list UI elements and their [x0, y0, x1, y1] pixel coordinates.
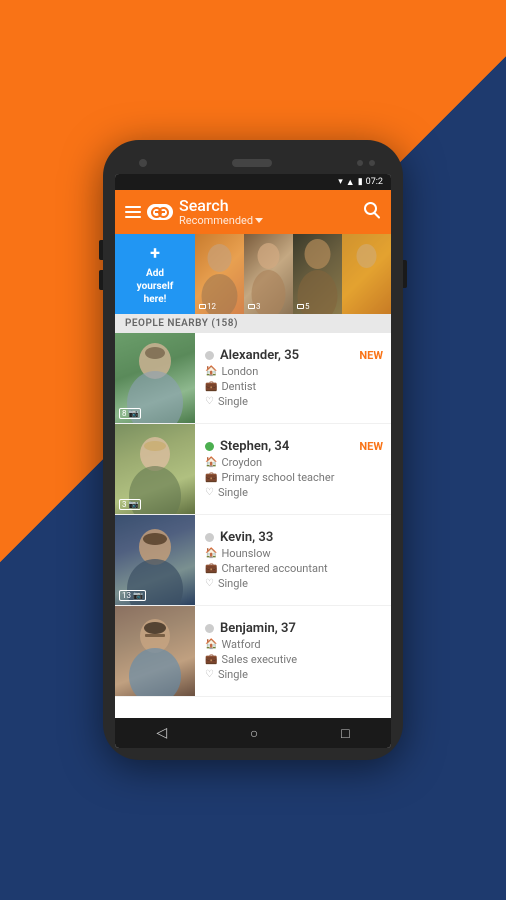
name-row-stephen: Stephen, 34 NEW — [205, 439, 383, 454]
person-info-kevin: Kevin, 33 🏠 Hounslow 💼 Chartered account… — [195, 515, 391, 605]
online-status-alexander — [205, 351, 214, 360]
home-icon-2: 🏠 — [205, 457, 217, 468]
heart-icon-4: ♡ — [205, 669, 214, 680]
story-count-2: 3 — [248, 302, 261, 311]
hamburger-menu-button[interactable] — [125, 206, 141, 218]
story-count-1: 12 — [199, 302, 216, 311]
list-item[interactable]: 3 📷 Stephen, 34 NEW 🏠 Croydon 💼 — [115, 424, 391, 515]
story-item-4[interactable] — [342, 234, 391, 314]
app-header: Search Recommended — [115, 190, 391, 234]
online-status-kevin — [205, 533, 214, 542]
sensor-dot-2 — [369, 160, 375, 166]
story-item-3[interactable]: 5 — [293, 234, 342, 314]
phone-screen: ▾ ▲ ▮ 07:2 Search Recommended — [115, 174, 391, 748]
sensor-dot-1 — [357, 160, 363, 166]
occupation-kevin: 💼 Chartered accountant — [205, 562, 383, 575]
person-name-benjamin: Benjamin, 37 — [220, 621, 296, 636]
home-icon-4: 🏠 — [205, 639, 217, 650]
new-badge-alexander: NEW — [359, 349, 383, 362]
name-row-alexander: Alexander, 35 NEW — [205, 348, 383, 363]
status-kevin: ♡ Single — [205, 577, 383, 590]
photo-count-alexander: 8 📷 — [119, 408, 141, 419]
home-icon-3: 🏠 — [205, 548, 217, 559]
header-subtitle: Recommended — [179, 215, 263, 227]
heart-icon: ♡ — [205, 396, 214, 407]
people-list: 8 📷 Alexander, 35 NEW 🏠 London 💼 — [115, 333, 391, 718]
location-kevin: 🏠 Hounslow — [205, 547, 383, 560]
section-header-nearby: PEOPLE NEARBY (158) — [115, 314, 391, 333]
volume-down-button[interactable] — [99, 270, 103, 290]
person-info-alexander: Alexander, 35 NEW 🏠 London 💼 Dentist ♡ S… — [195, 333, 391, 423]
location-stephen: 🏠 Croydon — [205, 456, 383, 469]
time-display: 07:2 — [366, 177, 383, 187]
status-icons: ▾ ▲ ▮ 07:2 — [338, 177, 383, 188]
add-plus-icon: + — [150, 242, 160, 265]
search-button[interactable] — [363, 201, 381, 224]
avatar-kevin: 13 📷 — [115, 515, 195, 605]
person-name-kevin: Kevin, 33 — [220, 530, 273, 545]
add-yourself-button[interactable]: + Add yourself here! — [115, 234, 195, 314]
wifi-icon: ▾ — [338, 177, 343, 187]
occupation-benjamin: 💼 Sales executive — [205, 653, 383, 666]
sensors-area — [357, 160, 375, 166]
recents-button[interactable]: □ — [341, 725, 349, 742]
heart-icon-3: ♡ — [205, 578, 214, 589]
earpiece-speaker — [232, 159, 272, 167]
status-alexander: ♡ Single — [205, 395, 383, 408]
work-icon-2: 💼 — [205, 472, 217, 483]
online-status-benjamin — [205, 624, 214, 633]
story-count-3: 5 — [297, 302, 310, 311]
person-info-stephen: Stephen, 34 NEW 🏠 Croydon 💼 Primary scho… — [195, 424, 391, 514]
photo-count-kevin: 13 📷 — [119, 590, 146, 601]
home-icon: 🏠 — [205, 366, 217, 377]
avatar-alexander: 8 📷 — [115, 333, 195, 423]
avatar-benjamin — [115, 606, 195, 696]
avatar-stephen: 3 📷 — [115, 424, 195, 514]
person-name-stephen: Stephen, 34 — [220, 439, 289, 454]
online-status-stephen — [205, 442, 214, 451]
story-item-2[interactable]: 3 — [244, 234, 293, 314]
status-stephen: ♡ Single — [205, 486, 383, 499]
battery-icon: ▮ — [358, 177, 363, 187]
phone-frame: ▾ ▲ ▮ 07:2 Search Recommended — [103, 140, 403, 760]
heart-icon-2: ♡ — [205, 487, 214, 498]
volume-up-button[interactable] — [99, 240, 103, 260]
name-row-benjamin: Benjamin, 37 — [205, 621, 383, 636]
badoo-logo-icon — [147, 204, 173, 220]
story-row: + Add yourself here! 12 — [115, 234, 391, 314]
status-benjamin: ♡ Single — [205, 668, 383, 681]
header-title-group: Search Recommended — [179, 197, 263, 227]
header-title: Search — [179, 197, 263, 215]
list-item[interactable]: Benjamin, 37 🏠 Watford 💼 Sales executive… — [115, 606, 391, 697]
new-badge-stephen: NEW — [359, 440, 383, 453]
person-name-alexander: Alexander, 35 — [220, 348, 299, 363]
back-button[interactable]: ◁ — [156, 725, 167, 741]
occupation-stephen: 💼 Primary school teacher — [205, 471, 383, 484]
work-icon-4: 💼 — [205, 654, 217, 665]
work-icon: 💼 — [205, 381, 217, 392]
location-alexander: 🏠 London — [205, 365, 383, 378]
person-info-benjamin: Benjamin, 37 🏠 Watford 💼 Sales executive… — [195, 606, 391, 696]
phone-top-hardware — [115, 152, 391, 174]
header-left-group: Search Recommended — [125, 197, 263, 227]
subtitle-dropdown-arrow[interactable] — [255, 218, 263, 223]
story-item-1[interactable]: 12 — [195, 234, 244, 314]
power-button[interactable] — [403, 260, 407, 288]
front-camera — [139, 159, 147, 167]
work-icon-3: 💼 — [205, 563, 217, 574]
bottom-nav-bar: ◁ ○ □ — [115, 718, 391, 748]
signal-icon: ▲ — [346, 177, 355, 188]
occupation-alexander: 💼 Dentist — [205, 380, 383, 393]
photo-count-stephen: 3 📷 — [119, 499, 141, 510]
list-item[interactable]: 8 📷 Alexander, 35 NEW 🏠 London 💼 — [115, 333, 391, 424]
location-benjamin: 🏠 Watford — [205, 638, 383, 651]
name-row-kevin: Kevin, 33 — [205, 530, 383, 545]
status-bar: ▾ ▲ ▮ 07:2 — [115, 174, 391, 190]
home-button[interactable]: ○ — [250, 725, 258, 742]
list-item[interactable]: 13 📷 Kevin, 33 🏠 Hounslow 💼 Chartered ac — [115, 515, 391, 606]
